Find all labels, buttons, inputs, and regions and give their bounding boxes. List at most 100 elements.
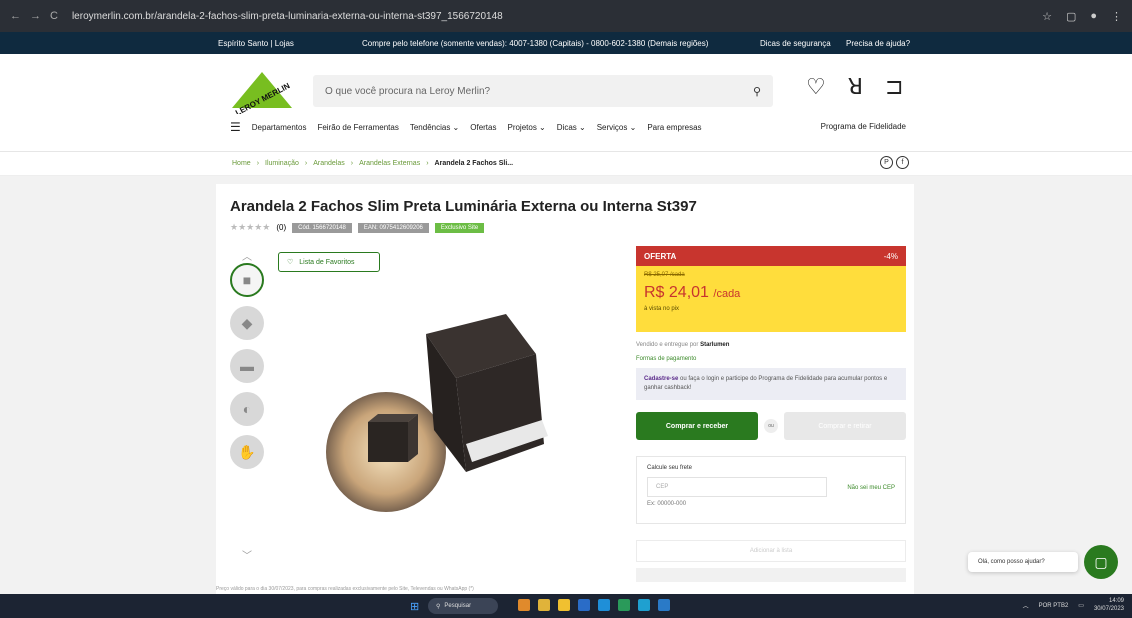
breadcrumb-current: Arandela 2 Fachos Sli... bbox=[434, 160, 514, 167]
app-icon[interactable] bbox=[618, 599, 630, 611]
app-icon[interactable] bbox=[578, 599, 590, 611]
review-count[interactable]: (0) bbox=[276, 223, 286, 232]
thumbnail[interactable]: ✋ bbox=[230, 435, 264, 469]
breadcrumb-iluminacao[interactable]: Iluminação bbox=[265, 160, 299, 167]
search-bar[interactable]: O que você procura na Leroy Merlin? ⚲ bbox=[313, 75, 773, 107]
offer-header: OFERTA -4% bbox=[636, 246, 906, 266]
menu-item-empresas[interactable]: Para empresas bbox=[647, 123, 701, 132]
ean-tag: EAN: 0975412609206 bbox=[357, 222, 429, 233]
breadcrumb-bar: Home › Iluminação › Arandelas › Arandelas E… bbox=[0, 152, 1132, 176]
leroy-merlin-logo[interactable]: LEROY MERLIN bbox=[228, 68, 296, 114]
thumbs-up-arrow-icon[interactable]: ︿ bbox=[230, 248, 264, 263]
hamburger-icon[interactable]: ☰ bbox=[230, 120, 241, 134]
heart-icon[interactable]: ♡ bbox=[806, 74, 826, 100]
favorite-label: Lista de Favoritos bbox=[299, 258, 355, 266]
old-price: R$ 25,07 /cada bbox=[644, 272, 685, 278]
buy-row: Comprar e receber ou Comprar e retirar bbox=[636, 412, 906, 440]
app-icon[interactable] bbox=[658, 599, 670, 611]
loyalty-box: Cadastre-se ou faça o login e participe … bbox=[636, 368, 906, 400]
menu-item-projetos[interactable]: Projetos ⌄ bbox=[507, 123, 545, 132]
cep-input[interactable]: CEP bbox=[647, 477, 827, 497]
phone-info: Compre pelo telefone (somente vendas): 4… bbox=[362, 38, 709, 48]
cart-icon[interactable]: ⊐ bbox=[885, 74, 903, 100]
extra-button[interactable]: Adicionar à lista bbox=[636, 540, 906, 562]
extensions-icon[interactable]: ▢ bbox=[1066, 10, 1076, 23]
price: R$ 24,01 /cada bbox=[644, 284, 898, 302]
thumbnail[interactable]: ◆ bbox=[230, 306, 264, 340]
product-image[interactable] bbox=[316, 294, 566, 524]
security-link[interactable]: Dicas de segurança bbox=[760, 39, 831, 48]
address-bar[interactable]: leroymerlin.com.br/arandela-2-fachos-sli… bbox=[72, 11, 503, 22]
chrome-icon[interactable] bbox=[538, 599, 550, 611]
favorite-button[interactable]: ♡ Lista de Favoritos bbox=[278, 252, 380, 272]
clock-time: 14:09 bbox=[1108, 598, 1124, 604]
menu-item-feirao[interactable]: Feirão de Ferramentas bbox=[317, 123, 398, 132]
reload-icon[interactable]: C bbox=[50, 10, 58, 22]
thumbnail[interactable]: ■ bbox=[230, 263, 264, 297]
chat-bubble[interactable]: Olá, como posso ajudar? bbox=[968, 552, 1078, 572]
breadcrumb: Home › Iluminação › Arandelas › Arandelas E… bbox=[232, 160, 514, 167]
taskbar-search[interactable]: ⚲ Pesquisar bbox=[428, 598, 498, 614]
no-cep-link[interactable]: Não sei meu CEP bbox=[847, 485, 895, 491]
loyalty-text: ou faça o login e participe do Programa … bbox=[644, 376, 888, 391]
heart-icon: ♡ bbox=[287, 259, 294, 266]
share-icons: P f bbox=[880, 156, 909, 169]
app-icon[interactable] bbox=[598, 599, 610, 611]
thumbnail[interactable]: ◐ bbox=[230, 392, 264, 426]
breadcrumb-arandelas[interactable]: Arandelas bbox=[313, 160, 345, 167]
thumbnail[interactable]: ▬ bbox=[230, 349, 264, 383]
menu-item-tendencias[interactable]: Tendências ⌄ bbox=[410, 123, 459, 132]
browser-actions: ☆ ▢ ● ⋮ bbox=[1042, 10, 1122, 23]
user-icon[interactable]: ꓤ bbox=[848, 74, 863, 100]
network-icon[interactable]: ▭ bbox=[1078, 602, 1084, 609]
back-icon[interactable]: ← bbox=[10, 10, 21, 22]
language-indicator[interactable]: POR PTB2 bbox=[1039, 603, 1069, 609]
rating-stars[interactable]: ★★★★★ bbox=[230, 222, 270, 233]
loyalty-link[interactable]: Programa de Fidelidade bbox=[821, 122, 906, 131]
thumbnail-list: ︿ ■ ◆ ▬ ◐ ✋ bbox=[230, 248, 270, 478]
location-link[interactable]: Espírito Santo | Lojas bbox=[218, 39, 294, 48]
breadcrumb-externas[interactable]: Arandelas Externas bbox=[359, 160, 420, 167]
menu-item-departamentos[interactable]: Departamentos bbox=[252, 123, 307, 132]
price-value: R$ 24,01 bbox=[644, 284, 709, 301]
seller-label: Vendido e entregue por bbox=[636, 342, 699, 348]
menu-item-servicos[interactable]: Serviços ⌄ bbox=[597, 123, 637, 132]
profile-icon[interactable]: ● bbox=[1090, 10, 1097, 23]
payment-note: à vista no pix bbox=[644, 306, 680, 312]
search-input[interactable]: O que você procura na Leroy Merlin? bbox=[325, 86, 490, 97]
top-info-strip: Espírito Santo | Lojas Compre pelo telef… bbox=[0, 32, 1132, 54]
menu-icon[interactable]: ⋮ bbox=[1111, 10, 1122, 23]
seller-name[interactable]: Starlumen bbox=[700, 342, 729, 348]
exclusive-tag: Exclusivo Site bbox=[434, 222, 485, 233]
facebook-icon[interactable]: f bbox=[896, 156, 909, 169]
search-icon[interactable]: ⚲ bbox=[753, 85, 761, 98]
product-page: Arandela 2 Fachos Slim Preta Luminária E… bbox=[216, 184, 914, 594]
star-icon[interactable]: ☆ bbox=[1042, 10, 1052, 23]
product-meta: ★★★★★ (0) Cód. 1566720148 EAN: 097541260… bbox=[230, 222, 485, 233]
payment-forms-link[interactable]: Formas de pagamento bbox=[636, 356, 906, 362]
tray-arrow-icon[interactable]: ︿ bbox=[1023, 601, 1029, 610]
signup-link[interactable]: Cadastre-se bbox=[644, 376, 678, 382]
menu-item-dicas[interactable]: Dicas ⌄ bbox=[557, 123, 586, 132]
help-link[interactable]: Precisa de ajuda? bbox=[846, 39, 910, 48]
offer-body: R$ 25,07 /cada R$ 24,01 /cada à vista no… bbox=[636, 266, 906, 332]
buy-button[interactable]: Comprar e receber bbox=[636, 412, 758, 440]
discount-badge: -4% bbox=[883, 251, 898, 261]
product-title: Arandela 2 Fachos Slim Preta Luminária E… bbox=[230, 198, 697, 215]
edge-icon[interactable] bbox=[638, 599, 650, 611]
folder-icon[interactable] bbox=[558, 599, 570, 611]
forward-icon[interactable]: → bbox=[30, 10, 41, 22]
offer-label: OFERTA bbox=[644, 251, 677, 261]
windows-start-icon[interactable]: ⊞ bbox=[410, 600, 419, 613]
pickup-button[interactable]: Comprar e retirar bbox=[784, 412, 906, 440]
menu-item-ofertas[interactable]: Ofertas bbox=[470, 123, 496, 132]
pinterest-icon[interactable]: P bbox=[880, 156, 893, 169]
app-icon[interactable] bbox=[518, 599, 530, 611]
system-tray: ︿ POR PTB2 ▭ 14:09 30/07/2023 bbox=[1023, 598, 1124, 614]
site-header: LEROY MERLIN O que você procura na Leroy… bbox=[0, 54, 1132, 152]
chat-icon[interactable]: ▢ bbox=[1084, 545, 1118, 579]
breadcrumb-home[interactable]: Home bbox=[232, 160, 251, 167]
thumbs-down-arrow-icon[interactable]: ﹀ bbox=[230, 547, 264, 562]
browser-nav: ← → C bbox=[10, 10, 58, 22]
clock[interactable]: 14:09 30/07/2023 bbox=[1094, 598, 1124, 614]
